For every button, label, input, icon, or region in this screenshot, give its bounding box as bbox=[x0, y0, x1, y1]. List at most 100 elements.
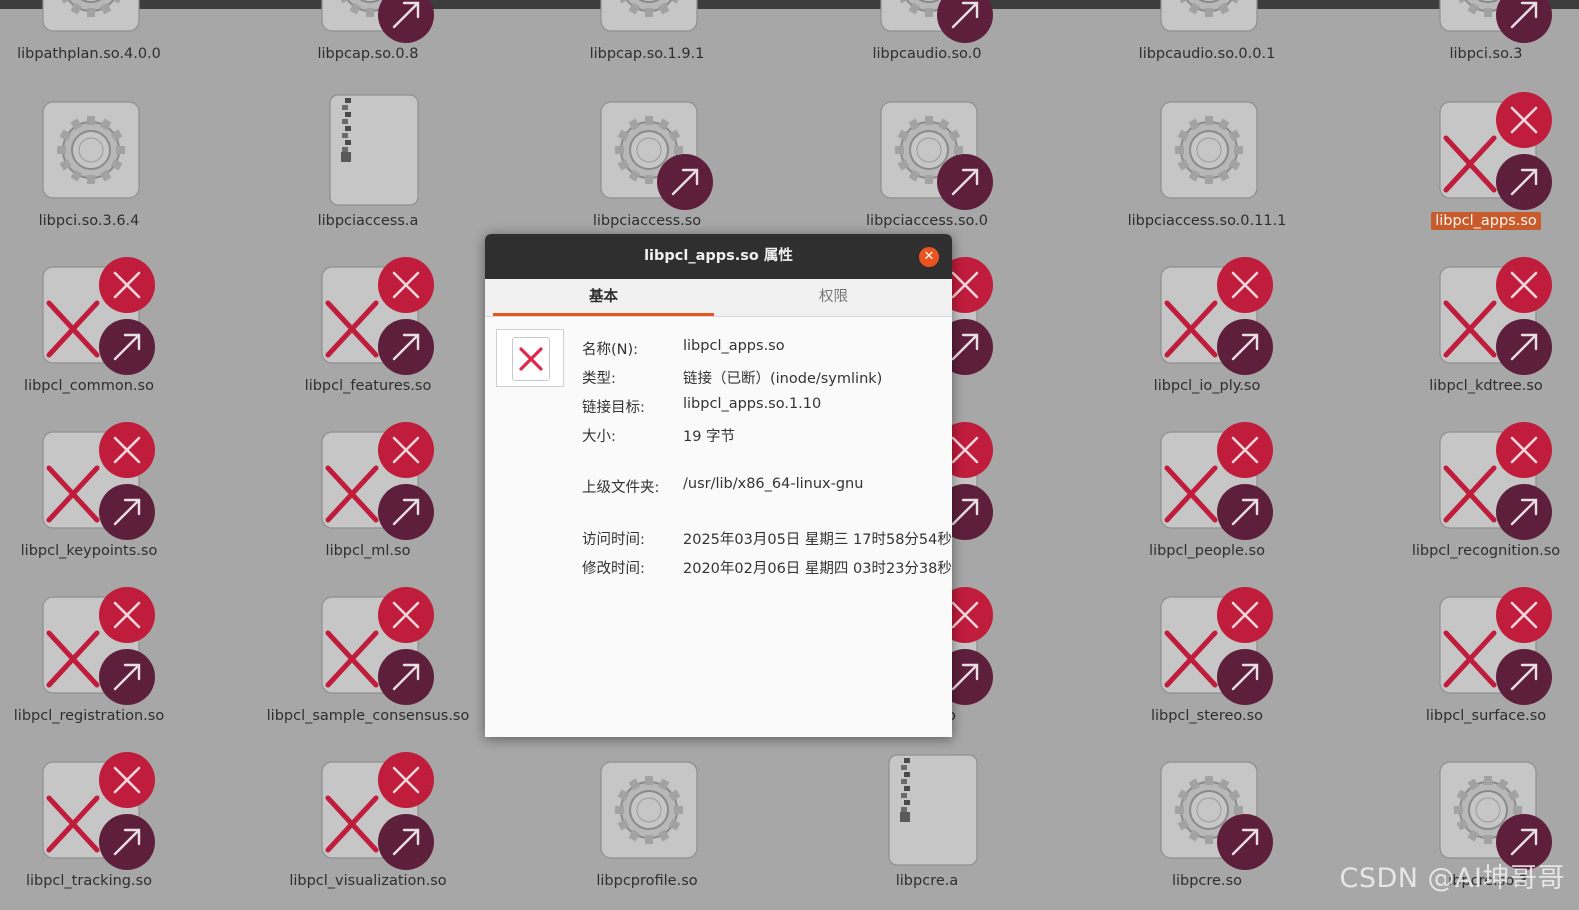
file-item[interactable]: libpciaccess.so.0.11.1 bbox=[1068, 90, 1346, 250]
library-file-icon bbox=[1147, 90, 1267, 210]
parent-folder-value: /usr/lib/x86_64-linux-gnu bbox=[683, 476, 864, 492]
file-item[interactable]: libpcl_features.so bbox=[229, 255, 507, 415]
file-label: libpci.so.3.6.4 bbox=[38, 213, 140, 229]
broken-link-icon bbox=[1147, 420, 1273, 540]
broken-link-icon bbox=[1426, 420, 1552, 540]
broken-file-icon bbox=[512, 337, 550, 381]
file-item[interactable]: libpciaccess.so bbox=[508, 90, 786, 250]
file-label: libpcaudio.so.0 bbox=[872, 46, 982, 62]
library-file-icon bbox=[587, 0, 707, 43]
library-file-icon bbox=[1147, 0, 1267, 43]
modified-time-value: 2020年02月06日 星期四 03时23分38秒 bbox=[683, 561, 952, 577]
file-item[interactable]: libpcl_stereo.so bbox=[1068, 585, 1346, 745]
file-label: libpcl_io_ply.so bbox=[1153, 378, 1261, 394]
file-item[interactable]: libpcre.a bbox=[788, 750, 1066, 910]
file-label: libpciaccess.so bbox=[592, 213, 702, 229]
file-item[interactable]: libpcap.so.1.9.1 bbox=[508, 0, 786, 83]
file-label: libpciaccess.so.0 bbox=[866, 213, 988, 229]
file-item[interactable]: libpcl_kdtree.so bbox=[1347, 255, 1579, 415]
broken-link-icon bbox=[29, 750, 155, 870]
file-label: libpciaccess.so.0.11.1 bbox=[1127, 213, 1287, 229]
link-target-key: 链接目标: bbox=[582, 400, 645, 416]
file-item[interactable]: libpcl_ml.so bbox=[229, 420, 507, 580]
file-item[interactable]: libpcl_sample_consensus.so bbox=[229, 585, 507, 745]
type-value: 链接（已断）(inode/symlink) bbox=[683, 371, 883, 387]
link-target-value: libpcl_apps.so.1.10 bbox=[683, 396, 822, 412]
broken-link-icon bbox=[1426, 90, 1552, 210]
broken-link-icon bbox=[308, 585, 434, 705]
file-item[interactable]: libpcre.so bbox=[1068, 750, 1346, 910]
file-item[interactable]: libpcl_surface.so bbox=[1347, 585, 1579, 745]
symlink-file-icon bbox=[867, 0, 993, 43]
file-item[interactable]: libpci.so.3.6.4 bbox=[0, 90, 228, 250]
file-item[interactable]: libpciaccess.so.0 bbox=[788, 90, 1066, 250]
broken-link-icon bbox=[1426, 255, 1552, 375]
file-label: libpathplan.so.4.0.0 bbox=[17, 46, 161, 62]
type-key: 类型: bbox=[582, 371, 616, 387]
file-label: libpcl_features.so bbox=[304, 378, 432, 394]
file-item[interactable]: libpathplan.so.4.0.0 bbox=[0, 0, 228, 83]
file-label: libpcre.so bbox=[1171, 873, 1243, 889]
file-label: libpcaudio.so.0.0.1 bbox=[1138, 46, 1276, 62]
broken-link-icon bbox=[1426, 585, 1552, 705]
file-label: libpcl_ml.so bbox=[325, 543, 411, 559]
size-value: 19 字节 bbox=[683, 429, 736, 445]
file-label: libpcl_visualization.so bbox=[289, 873, 447, 889]
file-item[interactable]: libpcl_people.so bbox=[1068, 420, 1346, 580]
file-label: libpcre.a bbox=[895, 873, 959, 889]
name-key: 名称(N): bbox=[582, 342, 639, 358]
dialog-tabs: 基本 权限 bbox=[485, 279, 952, 317]
archive-file-icon bbox=[308, 90, 428, 210]
symlink-file-icon bbox=[1147, 750, 1273, 870]
file-item[interactable]: libpciaccess.a bbox=[229, 90, 507, 250]
symlink-file-icon bbox=[308, 0, 434, 43]
file-label: libpcl_stereo.so bbox=[1150, 708, 1264, 724]
file-label: libpcl_people.so bbox=[1149, 543, 1265, 559]
library-file-icon bbox=[587, 750, 707, 870]
tab-basic[interactable]: 基本 bbox=[493, 279, 714, 316]
properties-dialog: libpcl_apps.so 属性 ✕ 基本 权限 名称(N): libpcl_… bbox=[485, 234, 952, 737]
file-preview bbox=[496, 329, 564, 387]
name-value[interactable]: libpcl_apps.so bbox=[683, 338, 785, 354]
file-label: libpcap.so.0.8 bbox=[317, 46, 419, 62]
file-label: libpcl_common.so bbox=[24, 378, 154, 394]
access-time-value: 2025年03月05日 星期三 17时58分54秒 bbox=[683, 532, 952, 548]
file-item[interactable]: libpcl_visualization.so bbox=[229, 750, 507, 910]
file-item[interactable]: libpcl_registration.so bbox=[0, 585, 228, 745]
file-item[interactable]: libpcl_tracking.so bbox=[0, 750, 228, 910]
file-item[interactable]: libpcl_common.so bbox=[0, 255, 228, 415]
file-label: libpcl_tracking.so bbox=[25, 873, 153, 889]
broken-link-icon bbox=[29, 255, 155, 375]
file-item[interactable]: libpcl_io_ply.so bbox=[1068, 255, 1346, 415]
file-item[interactable]: libpcprofile.so bbox=[508, 750, 786, 910]
symlink-file-icon bbox=[1426, 750, 1552, 870]
broken-link-icon bbox=[308, 420, 434, 540]
file-item[interactable]: libpcl_apps.so bbox=[1347, 90, 1579, 250]
parent-folder-key: 上级文件夹: bbox=[582, 480, 660, 496]
modified-time-key: 修改时间: bbox=[582, 561, 645, 577]
symlink-file-icon bbox=[867, 90, 993, 210]
file-label: libpcl_registration.so bbox=[13, 708, 165, 724]
broken-link-icon bbox=[1147, 585, 1273, 705]
broken-link-icon bbox=[29, 420, 155, 540]
file-item[interactable]: libpcl_recognition.so bbox=[1347, 420, 1579, 580]
file-label: libpcl_recognition.so bbox=[1411, 543, 1561, 559]
file-item[interactable]: libpci.so.3 bbox=[1347, 0, 1579, 83]
file-label: libpciaccess.a bbox=[317, 213, 419, 229]
broken-link-icon bbox=[308, 750, 434, 870]
file-label: libpcl_apps.so bbox=[1347, 212, 1579, 230]
file-item[interactable]: libpcl_keypoints.so bbox=[0, 420, 228, 580]
dialog-title: libpcl_apps.so 属性 bbox=[485, 234, 952, 279]
file-item[interactable]: libpcaudio.so.0 bbox=[788, 0, 1066, 83]
size-key: 大小: bbox=[582, 429, 616, 445]
library-file-icon bbox=[29, 0, 149, 43]
file-label: libpcl_keypoints.so bbox=[20, 543, 158, 559]
broken-link-icon bbox=[29, 585, 155, 705]
file-label: libpcl_surface.so bbox=[1425, 708, 1547, 724]
file-item[interactable]: libpcap.so.0.8 bbox=[229, 0, 507, 83]
file-item[interactable]: libpcaudio.so.0.0.1 bbox=[1068, 0, 1346, 83]
tab-permissions[interactable]: 权限 bbox=[723, 279, 944, 316]
file-label: libpcap.so.1.9.1 bbox=[589, 46, 705, 62]
close-icon[interactable]: ✕ bbox=[919, 247, 939, 267]
watermark: CSDN @AI坤哥哥 bbox=[1339, 863, 1565, 894]
